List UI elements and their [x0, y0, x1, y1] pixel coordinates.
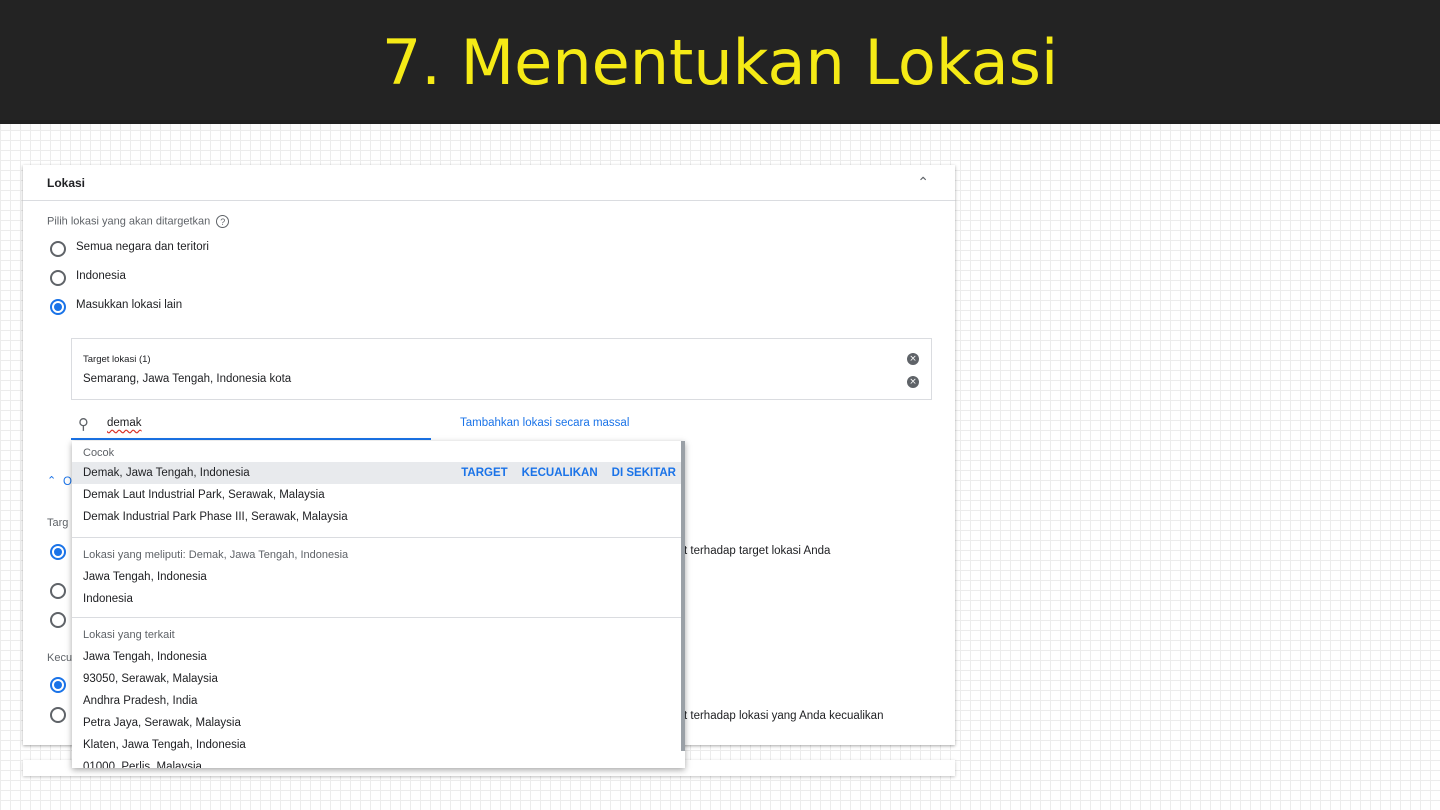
- search-underline: [71, 438, 431, 440]
- target-location-box: Target lokasi (1) Semarang, Jawa Tengah,…: [71, 338, 932, 400]
- clear-icon[interactable]: ×: [907, 353, 919, 365]
- section-heading: Cocok: [83, 447, 115, 459]
- radio-other-location[interactable]: [50, 299, 66, 315]
- radio-exclude-presence[interactable]: [50, 677, 66, 693]
- exclude-desc-tail: t terhadap lokasi yang Anda kecualikan: [684, 710, 884, 722]
- search-input[interactable]: demak: [107, 417, 142, 429]
- search-icon: ⚲: [78, 415, 89, 433]
- options-toggle[interactable]: O: [63, 476, 72, 488]
- target-box-title: Target lokasi (1): [83, 354, 151, 365]
- radio-other-location-label: Masukkan lokasi lain: [76, 299, 183, 311]
- list-item[interactable]: Jawa Tengah, Indonesia: [72, 566, 685, 588]
- list-item[interactable]: Andhra Pradesh, India: [72, 690, 685, 712]
- location-prompt: Pilih lokasi yang akan ditargetkan?: [47, 215, 230, 228]
- bulk-add-link[interactable]: Tambahkan lokasi secara massal: [460, 417, 629, 429]
- radio-indonesia[interactable]: [50, 270, 66, 286]
- dropdown-scrollbar[interactable]: [681, 441, 685, 751]
- target-button[interactable]: TARGET: [461, 462, 507, 484]
- list-item[interactable]: 93050, Serawak, Malaysia: [72, 668, 685, 690]
- radio-target-presence[interactable]: [50, 544, 66, 560]
- suggestion-section-match: Cocok Demak, Jawa Tengah, Indonesia TARG…: [72, 441, 685, 538]
- location-suggestions-dropdown: Cocok Demak, Jawa Tengah, Indonesia TARG…: [72, 441, 685, 768]
- radio-exclude-2[interactable]: [50, 707, 66, 723]
- exclude-label: Kecu: [47, 652, 73, 664]
- suggestion-section-related: Lokasi yang terkait Jawa Tengah, Indones…: [72, 618, 685, 768]
- panel-title: Lokasi: [47, 175, 86, 190]
- list-item-label: Demak, Jawa Tengah, Indonesia: [83, 467, 250, 479]
- nearby-button[interactable]: DI SEKITAR: [612, 462, 676, 484]
- radio-target-2[interactable]: [50, 583, 66, 599]
- slide-title-bar: 7. Menentukan Lokasi: [0, 0, 1440, 124]
- section-heading: Lokasi yang meliputi: Demak, Jawa Tengah…: [83, 549, 349, 561]
- suggestion-section-containing: Lokasi yang meliputi: Demak, Jawa Tengah…: [72, 538, 685, 618]
- suggestion-actions: TARGET KECUALIKAN DI SEKITAR: [461, 462, 676, 484]
- target-desc-tail: t terhadap target lokasi Anda: [684, 545, 831, 557]
- remove-location-icon[interactable]: ×: [907, 376, 919, 388]
- panel-header[interactable]: Lokasi ⌃: [23, 165, 955, 201]
- list-item[interactable]: Demak Laut Industrial Park, Serawak, Mal…: [72, 484, 685, 506]
- radio-target-3[interactable]: [50, 612, 66, 628]
- target-location-value: Semarang, Jawa Tengah, Indonesia kota: [83, 373, 292, 385]
- chevron-up-icon[interactable]: ⌃: [917, 174, 929, 191]
- exclude-button[interactable]: KECUALIKAN: [522, 462, 598, 484]
- list-item[interactable]: Klaten, Jawa Tengah, Indonesia: [72, 734, 685, 756]
- list-item[interactable]: Demak, Jawa Tengah, Indonesia TARGET KEC…: [72, 462, 685, 484]
- help-icon[interactable]: ?: [216, 215, 230, 228]
- list-item[interactable]: 01000, Perlis, Malaysia: [72, 756, 685, 768]
- target-label: Targ: [47, 517, 69, 529]
- radio-all-countries[interactable]: [50, 241, 66, 257]
- section-heading: Lokasi yang terkait: [83, 629, 175, 641]
- chevron-up-small-icon[interactable]: ⌃: [47, 474, 56, 487]
- slide-title: 7. Menentukan Lokasi: [381, 25, 1059, 99]
- list-item[interactable]: Indonesia: [72, 588, 685, 610]
- list-item[interactable]: Demak Industrial Park Phase III, Serawak…: [72, 506, 685, 528]
- location-prompt-text: Pilih lokasi yang akan ditargetkan: [47, 215, 211, 228]
- list-item[interactable]: Jawa Tengah, Indonesia: [72, 646, 685, 668]
- radio-all-countries-label: Semua negara dan teritori: [76, 241, 209, 253]
- list-item[interactable]: Petra Jaya, Serawak, Malaysia: [72, 712, 685, 734]
- radio-indonesia-label: Indonesia: [76, 270, 126, 282]
